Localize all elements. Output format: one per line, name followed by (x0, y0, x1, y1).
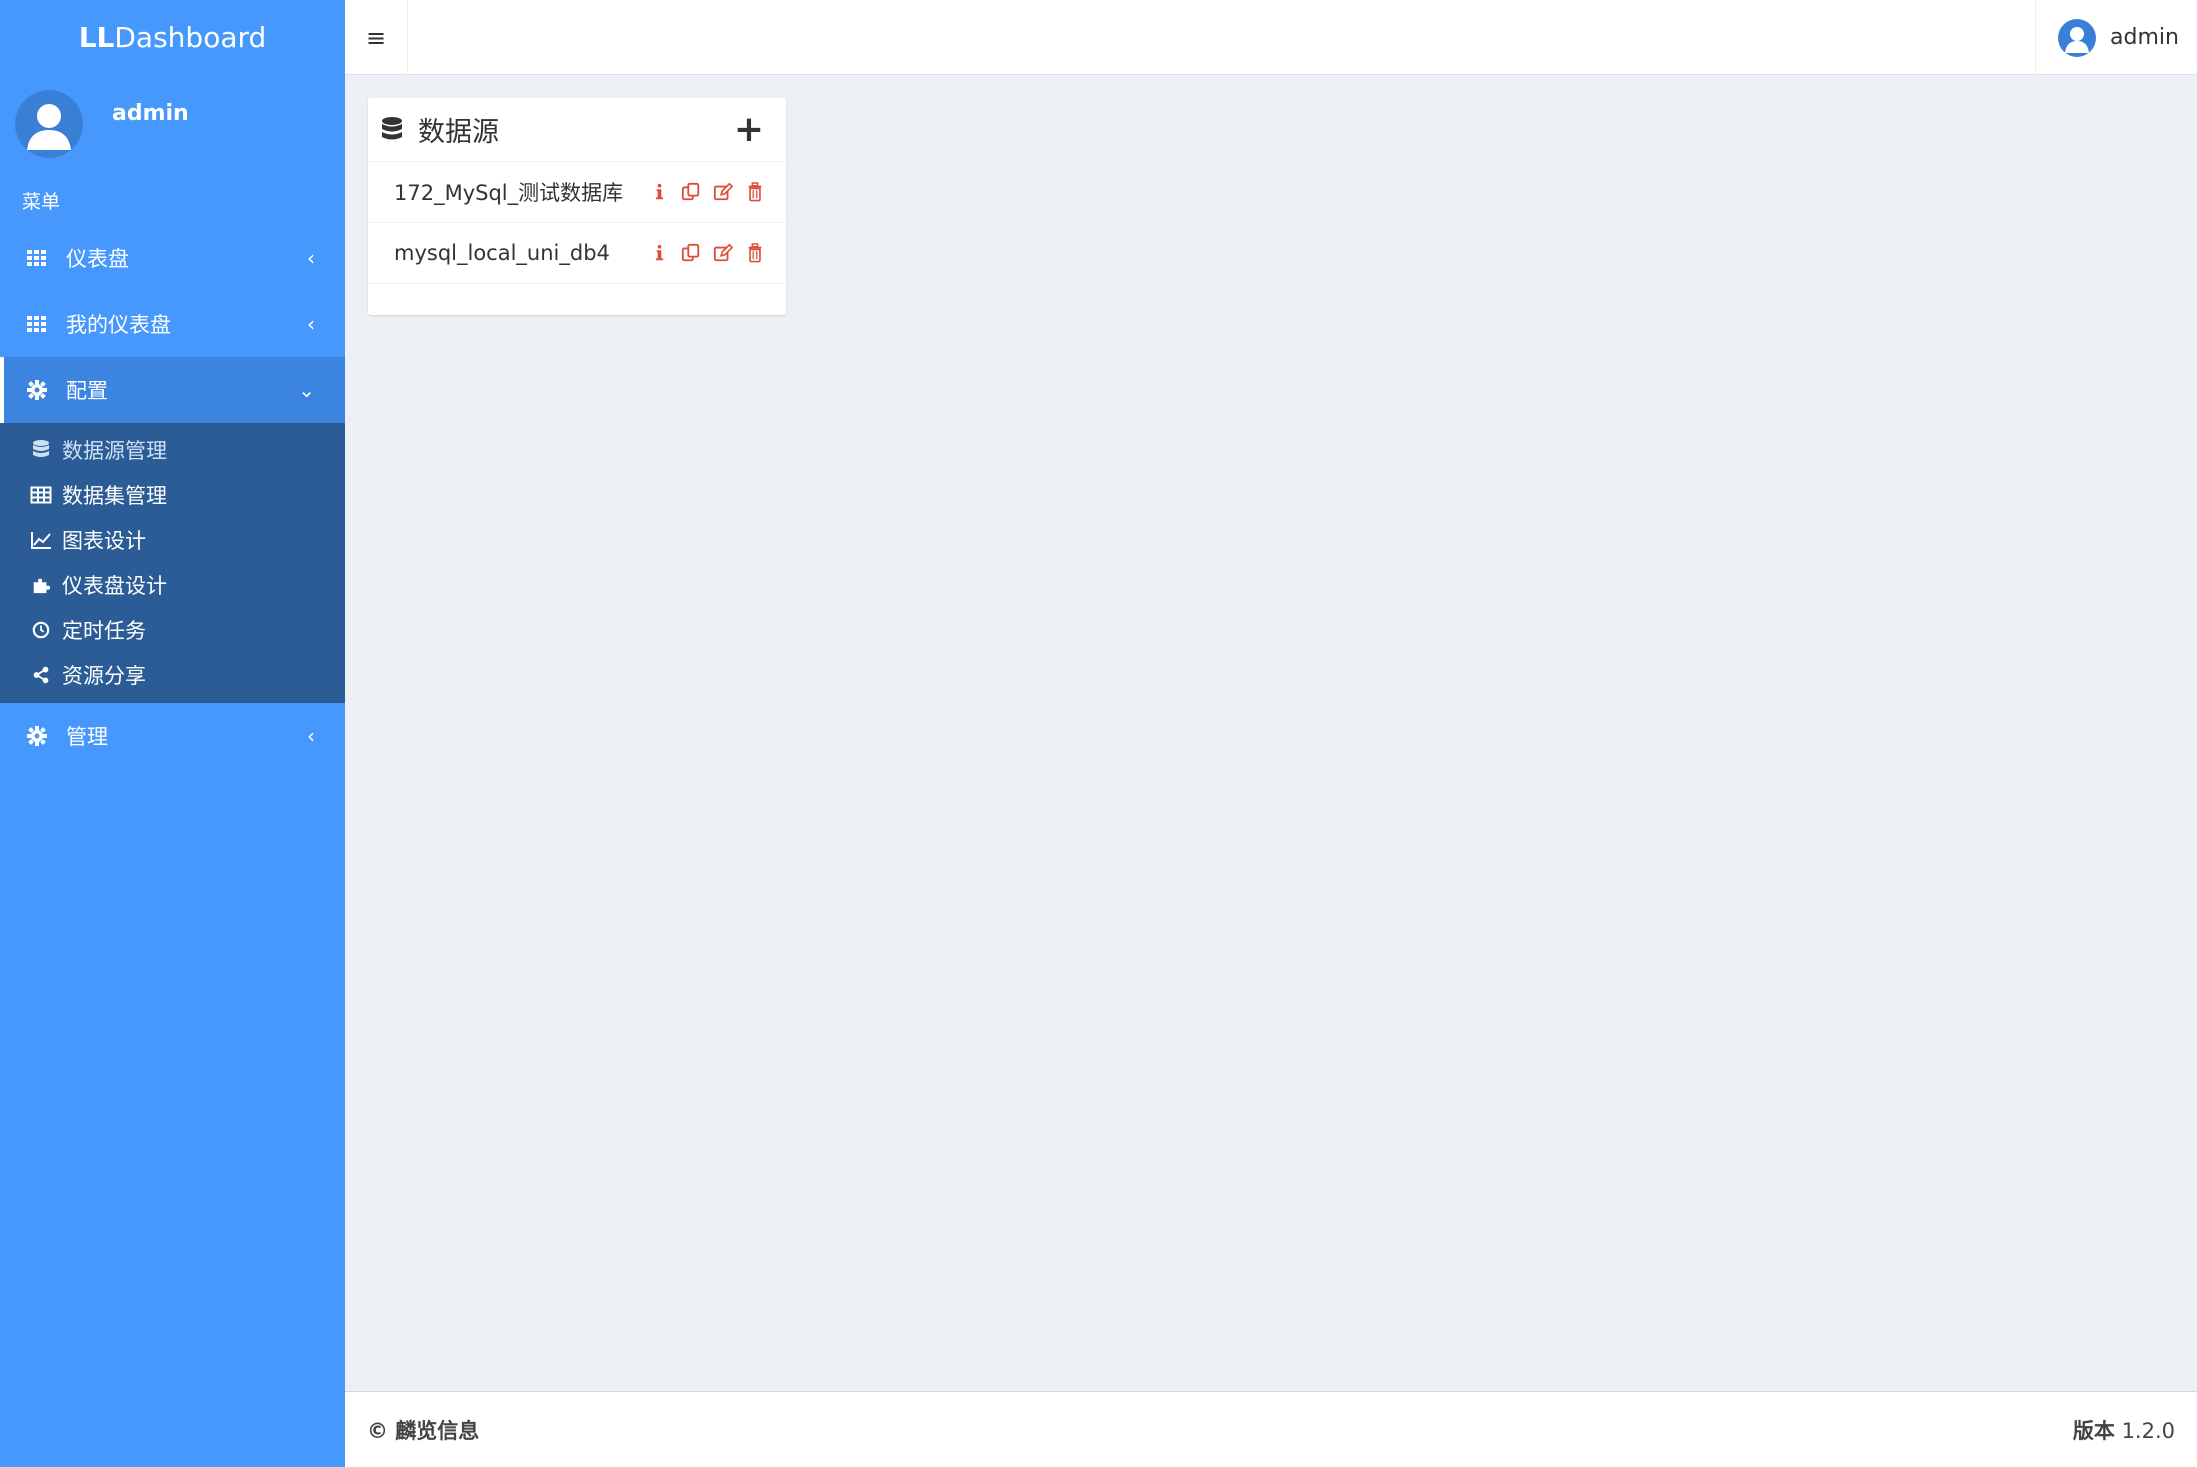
sidebar-item-label: 仪表盘 (66, 247, 129, 271)
submenu-item-label: 仪表盘设计 (62, 573, 167, 598)
gear-icon (26, 725, 48, 747)
sidebar-user-name: admin (112, 101, 189, 126)
panel-title: 数据源 (418, 117, 499, 148)
datasource-panel: 数据源 + 172_MySql_测试数据库 mysql_local_uni_db… (368, 98, 786, 315)
sidebar-toggle-button[interactable]: ≡ (345, 0, 408, 75)
info-icon[interactable] (648, 242, 670, 264)
grid-icon (26, 247, 48, 269)
user-avatar-icon (15, 90, 83, 158)
list-item[interactable]: mysql_local_uni_db4 (368, 223, 786, 284)
datasource-panel-header: 数据源 + (368, 98, 786, 162)
brand-bold: LL (78, 21, 115, 54)
datasource-name: mysql_local_uni_db4 (394, 241, 610, 265)
sidebar-item-label: 配置 (66, 379, 108, 403)
header-user-name: admin (2110, 25, 2179, 50)
user-menu[interactable]: admin (2035, 0, 2197, 75)
submenu-item-scheduled-task[interactable]: 定时任务 (0, 607, 345, 652)
user-avatar-icon (2058, 18, 2096, 57)
submenu-item-resource-share[interactable]: 资源分享 (0, 652, 345, 697)
clock-icon (30, 619, 52, 641)
sidebar: LLDashboard admin 菜单 仪表盘 ‹ 我的仪表盘 ‹ 配置 ⌄ (0, 0, 345, 1467)
line-chart-icon (30, 529, 52, 551)
chevron-left-icon: ‹ (307, 724, 315, 748)
chevron-down-icon: ⌄ (298, 378, 315, 402)
delete-icon[interactable] (744, 181, 766, 203)
sidebar-item-label: 我的仪表盘 (66, 313, 171, 337)
row-actions (648, 181, 766, 203)
add-datasource-button[interactable]: + (734, 111, 764, 148)
chevron-left-icon: ‹ (307, 312, 315, 336)
submenu-item-label: 数据源管理 (62, 438, 167, 463)
submenu-item-label: 数据集管理 (62, 483, 167, 508)
sidebar-item-my-dashboard[interactable]: 我的仪表盘 ‹ (0, 291, 345, 357)
list-item[interactable]: 172_MySql_测试数据库 (368, 162, 786, 223)
info-icon[interactable] (648, 181, 670, 203)
hamburger-icon: ≡ (365, 23, 387, 52)
database-icon (30, 439, 52, 461)
menu-header: 菜单 (22, 190, 61, 213)
top-bar: ≡ admin (345, 0, 2197, 75)
submenu-item-dashboard-design[interactable]: 仪表盘设计 (0, 562, 345, 607)
submenu-item-datasource[interactable]: 数据源管理 (0, 427, 345, 472)
edit-icon[interactable] (712, 181, 734, 203)
config-submenu: 数据源管理 数据集管理 图表设计 仪表盘设计 定时任务 资源分享 (0, 423, 345, 703)
table-icon (30, 484, 52, 506)
submenu-item-chart-design[interactable]: 图表设计 (0, 517, 345, 562)
sidebar-item-dashboard[interactable]: 仪表盘 ‹ (0, 225, 345, 291)
grid-icon (26, 313, 48, 335)
sidebar-item-label: 管理 (66, 725, 108, 749)
submenu-item-dataset[interactable]: 数据集管理 (0, 472, 345, 517)
footer-copyright: © 麟览信息 (367, 1418, 480, 1443)
copy-icon[interactable] (680, 242, 702, 264)
chevron-left-icon: ‹ (307, 246, 315, 270)
sidebar-item-config[interactable]: 配置 ⌄ (0, 357, 345, 423)
share-icon (30, 664, 52, 686)
user-panel: admin (0, 75, 345, 175)
brand-rest: Dashboard (114, 21, 267, 54)
submenu-item-label: 资源分享 (62, 663, 146, 688)
version-label: 版本 (2072, 1418, 2115, 1443)
footer: © 麟览信息 版本 1.2.0 (345, 1391, 2197, 1467)
gear-icon (26, 379, 48, 401)
brand-logo[interactable]: LL Dashboard (0, 0, 345, 75)
database-icon (380, 116, 406, 144)
row-actions (648, 242, 766, 264)
copy-icon[interactable] (680, 181, 702, 203)
sidebar-item-manage[interactable]: 管理 ‹ (0, 703, 345, 769)
submenu-item-label: 图表设计 (62, 528, 146, 553)
footer-version: 版本 1.2.0 (2073, 1415, 2175, 1445)
delete-icon[interactable] (744, 242, 766, 264)
edit-icon[interactable] (712, 242, 734, 264)
datasource-name: 172_MySql_测试数据库 (394, 181, 624, 205)
puzzle-icon (30, 574, 52, 596)
version-number: 1.2.0 (2121, 1418, 2175, 1443)
submenu-item-label: 定时任务 (62, 618, 146, 643)
